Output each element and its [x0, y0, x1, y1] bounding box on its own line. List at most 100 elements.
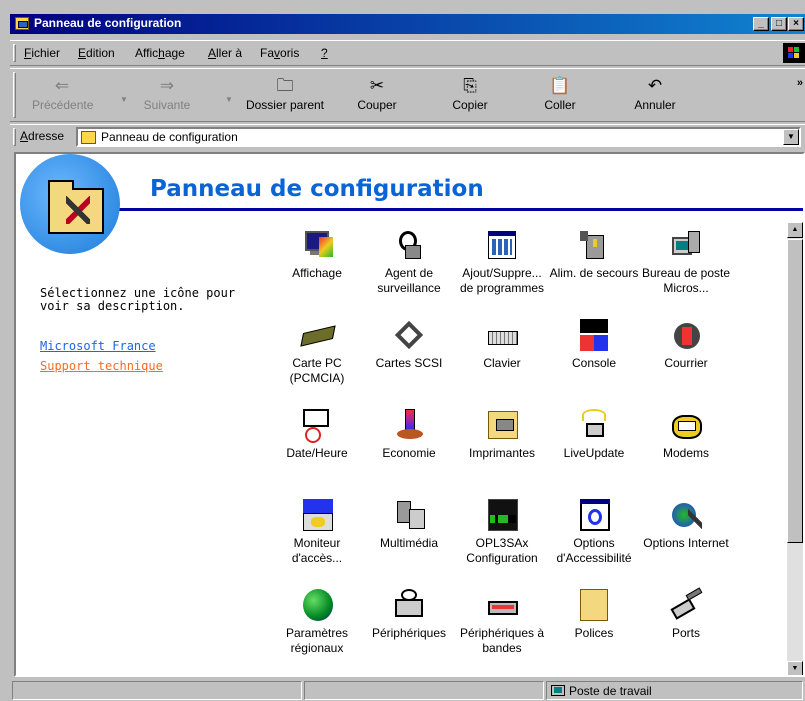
- scroll-up-button[interactable]: ▲: [787, 222, 803, 238]
- pccard-icon: [299, 317, 336, 353]
- control-panel-icon[interactable]: [15, 17, 29, 30]
- cp-item-label: Multimédia: [379, 536, 439, 550]
- devices-icon: [391, 587, 427, 623]
- cp-item-label: Ajout/Suppre... de programmes: [459, 266, 545, 295]
- copy-button[interactable]: ⎘ Copier: [445, 73, 495, 119]
- cp-item-label: Options Internet: [643, 536, 729, 550]
- parent-folder-button[interactable]: 🗀 Dossier parent: [240, 73, 330, 119]
- cp-item-clavier[interactable]: Clavier: [457, 317, 547, 371]
- menu-aller-a[interactable]: Aller à: [208, 46, 242, 60]
- cp-item-opl[interactable]: OPL3SAx Configuration: [457, 497, 547, 566]
- regional-settings-icon: [299, 587, 335, 623]
- menu-help[interactable]: ?: [321, 46, 328, 60]
- window-title: Panneau de configuration: [34, 16, 182, 30]
- toolbar-chevron-icon[interactable]: »: [797, 77, 803, 89]
- modem-icon: [668, 407, 704, 443]
- undo-icon: ↶: [647, 76, 663, 95]
- forward-dropdown-icon[interactable]: ▼: [225, 95, 233, 104]
- cp-item-periph[interactable]: Périphériques: [364, 587, 454, 641]
- cp-item-param[interactable]: Paramètres régionaux: [272, 587, 362, 656]
- cp-item-label: Date/Heure: [286, 446, 348, 460]
- cp-item-date[interactable]: Date/Heure: [272, 407, 362, 461]
- maximize-button[interactable]: □: [771, 17, 787, 31]
- link-support-technique[interactable]: Support technique: [40, 359, 163, 373]
- cp-item-multi[interactable]: Multimédia: [364, 497, 454, 551]
- header-rule: [112, 208, 803, 211]
- cp-item-moniteur[interactable]: Moniteur d'accès...: [272, 497, 362, 566]
- menu-fichier[interactable]: Fichier: [24, 46, 60, 60]
- status-pane-main: [12, 681, 302, 700]
- scroll-thumb[interactable]: [787, 239, 803, 543]
- cp-item-label: Polices: [574, 626, 614, 640]
- printers-icon: [484, 407, 520, 443]
- cp-item-modems[interactable]: Modems: [641, 407, 731, 461]
- cp-item-live[interactable]: LiveUpdate: [549, 407, 639, 461]
- cp-item-label: Périphériques à bandes: [459, 626, 545, 655]
- cp-item-alim[interactable]: Alim. de secours: [549, 227, 639, 281]
- cp-item-bandes[interactable]: Périphériques à bandes: [457, 587, 547, 656]
- cp-item-agent[interactable]: Agent de surveillance: [364, 227, 454, 296]
- cp-item-inet[interactable]: Options Internet: [641, 497, 731, 551]
- cp-item-courrier[interactable]: Courrier: [641, 317, 731, 371]
- cp-item-polices[interactable]: Polices: [549, 587, 639, 641]
- internet-options-icon: [668, 497, 704, 533]
- cp-item-label: OPL3SAx Configuration: [466, 536, 538, 565]
- menu-affichage[interactable]: Affichage: [135, 46, 185, 60]
- menu-grip[interactable]: [13, 44, 16, 62]
- cp-item-label: Options d'Accessibilité: [556, 536, 632, 565]
- scsi-icon: [391, 317, 427, 353]
- display-icon: [299, 227, 335, 263]
- cp-item-eco[interactable]: Economie: [364, 407, 454, 461]
- address-field[interactable]: Panneau de configuration ▼: [76, 127, 801, 147]
- cp-item-scsi[interactable]: Cartes SCSI: [364, 317, 454, 371]
- cp-item-label: Clavier: [483, 356, 521, 370]
- page-title: Panneau de configuration: [150, 176, 484, 202]
- undo-button[interactable]: ↶ Annuler: [625, 73, 685, 119]
- cp-item-console[interactable]: Console: [549, 317, 639, 371]
- address-control-panel-icon: [81, 131, 96, 144]
- address-dropdown-button[interactable]: ▼: [783, 129, 799, 145]
- cp-item-cartepc[interactable]: Carte PC (PCMCIA): [272, 317, 362, 386]
- cp-item-impr[interactable]: Imprimantes: [457, 407, 547, 461]
- cp-item-affichage[interactable]: Affichage: [272, 227, 362, 281]
- back-button[interactable]: ⇐ Précédente: [32, 73, 93, 119]
- cp-item-options[interactable]: Options d'Accessibilité: [549, 497, 639, 566]
- menu-edition[interactable]: Edition: [78, 46, 115, 60]
- console-icon: [576, 317, 612, 353]
- paste-clipboard-icon: 📋: [549, 76, 571, 95]
- address-grip[interactable]: [13, 128, 16, 146]
- link-microsoft-france[interactable]: Microsoft France: [40, 339, 156, 353]
- menu-favoris[interactable]: Favoris: [260, 46, 299, 60]
- forward-button[interactable]: ⇒ Suivante: [137, 73, 197, 119]
- cp-item-label: Courrier: [664, 356, 708, 370]
- ports-icon: [668, 587, 704, 623]
- forward-arrow-icon: ⇒: [159, 76, 175, 95]
- mail-icon: [668, 317, 704, 353]
- address-label: Adresse: [20, 129, 65, 143]
- vertical-scrollbar[interactable]: ▲ ▼: [787, 222, 803, 675]
- ups-icon: [576, 227, 612, 263]
- back-arrow-icon: ⇐: [54, 76, 70, 95]
- address-bar: Adresse Panneau de configuration ▼: [10, 124, 805, 148]
- accessibility-icon: [576, 497, 612, 533]
- toolbar-grip[interactable]: [13, 72, 16, 118]
- liveupdate-icon: [576, 407, 612, 443]
- tape-devices-icon: [484, 587, 520, 623]
- multimedia-icon: [391, 497, 427, 533]
- paste-button[interactable]: 📋 Coller: [535, 73, 585, 119]
- cp-item-label: Alim. de secours: [549, 266, 639, 280]
- title-bar[interactable]: Panneau de configuration _ □ ×: [10, 14, 805, 34]
- cp-item-ports[interactable]: Ports: [641, 587, 731, 641]
- close-button[interactable]: ×: [788, 17, 804, 31]
- scroll-down-button[interactable]: ▼: [787, 661, 803, 675]
- cp-item-label: Bureau de poste Micros...: [641, 266, 731, 295]
- cp-item-label: Cartes SCSI: [375, 356, 443, 370]
- cut-button[interactable]: ✂ Couper: [352, 73, 402, 119]
- back-dropdown-icon[interactable]: ▼: [120, 95, 128, 104]
- minimize-button[interactable]: _: [753, 17, 769, 31]
- cp-item-bureau[interactable]: Bureau de poste Micros...: [641, 227, 731, 296]
- address-value: Panneau de configuration: [101, 130, 238, 144]
- selection-description: Sélectionnez une icône pour voir sa desc…: [40, 286, 236, 313]
- cp-item-label: Périphériques: [371, 626, 447, 640]
- cp-item-ajout[interactable]: Ajout/Suppre... de programmes: [457, 227, 547, 296]
